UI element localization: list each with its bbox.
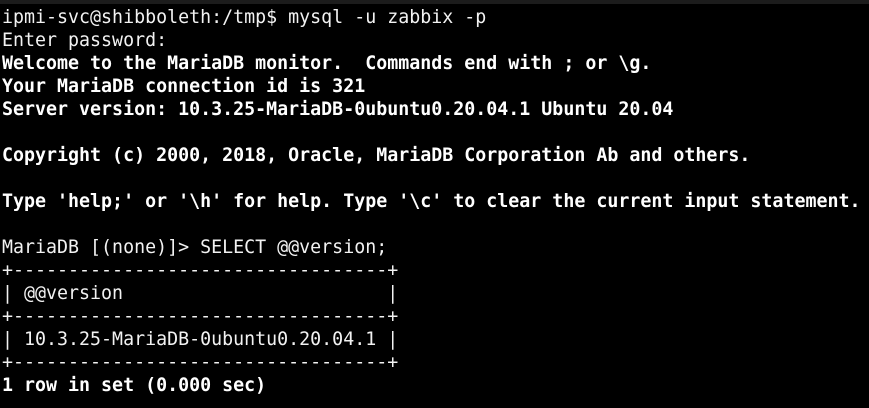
welcome-message-line: Welcome to the MariaDB monitor. Commands… <box>2 53 652 74</box>
copyright-line: Copyright (c) 2000, 2018, Oracle, MariaD… <box>2 145 751 166</box>
shell-prompt-line: ipmi-svc@shibboleth:/tmp$ mysql -u zabbi… <box>2 7 487 28</box>
result-table-border: +----------------------------------+ <box>2 306 399 327</box>
terminal-window[interactable]: ipmi-svc@shibboleth:/tmp$ mysql -u zabbi… <box>0 0 869 408</box>
result-table-header-row: | @@version | <box>2 283 399 304</box>
result-table-border: +----------------------------------+ <box>2 352 399 373</box>
password-prompt-line: Enter password: <box>2 30 168 51</box>
row-count-line: 1 row in set (0.000 sec) <box>2 375 267 396</box>
mariadb-query-line: MariaDB [(none)]> SELECT @@version; <box>2 237 388 258</box>
help-hint-line: Type 'help;' or '\h' for help. Type '\c'… <box>2 191 861 212</box>
terminal-top-edge <box>0 0 869 4</box>
result-table-border: +----------------------------------+ <box>2 260 399 281</box>
server-version-line: Server version: 10.3.25-MariaDB-0ubuntu0… <box>2 99 674 120</box>
connection-id-line: Your MariaDB connection id is 321 <box>2 76 366 97</box>
result-table-value-row: | 10.3.25-MariaDB-0ubuntu0.20.04.1 | <box>2 329 399 350</box>
